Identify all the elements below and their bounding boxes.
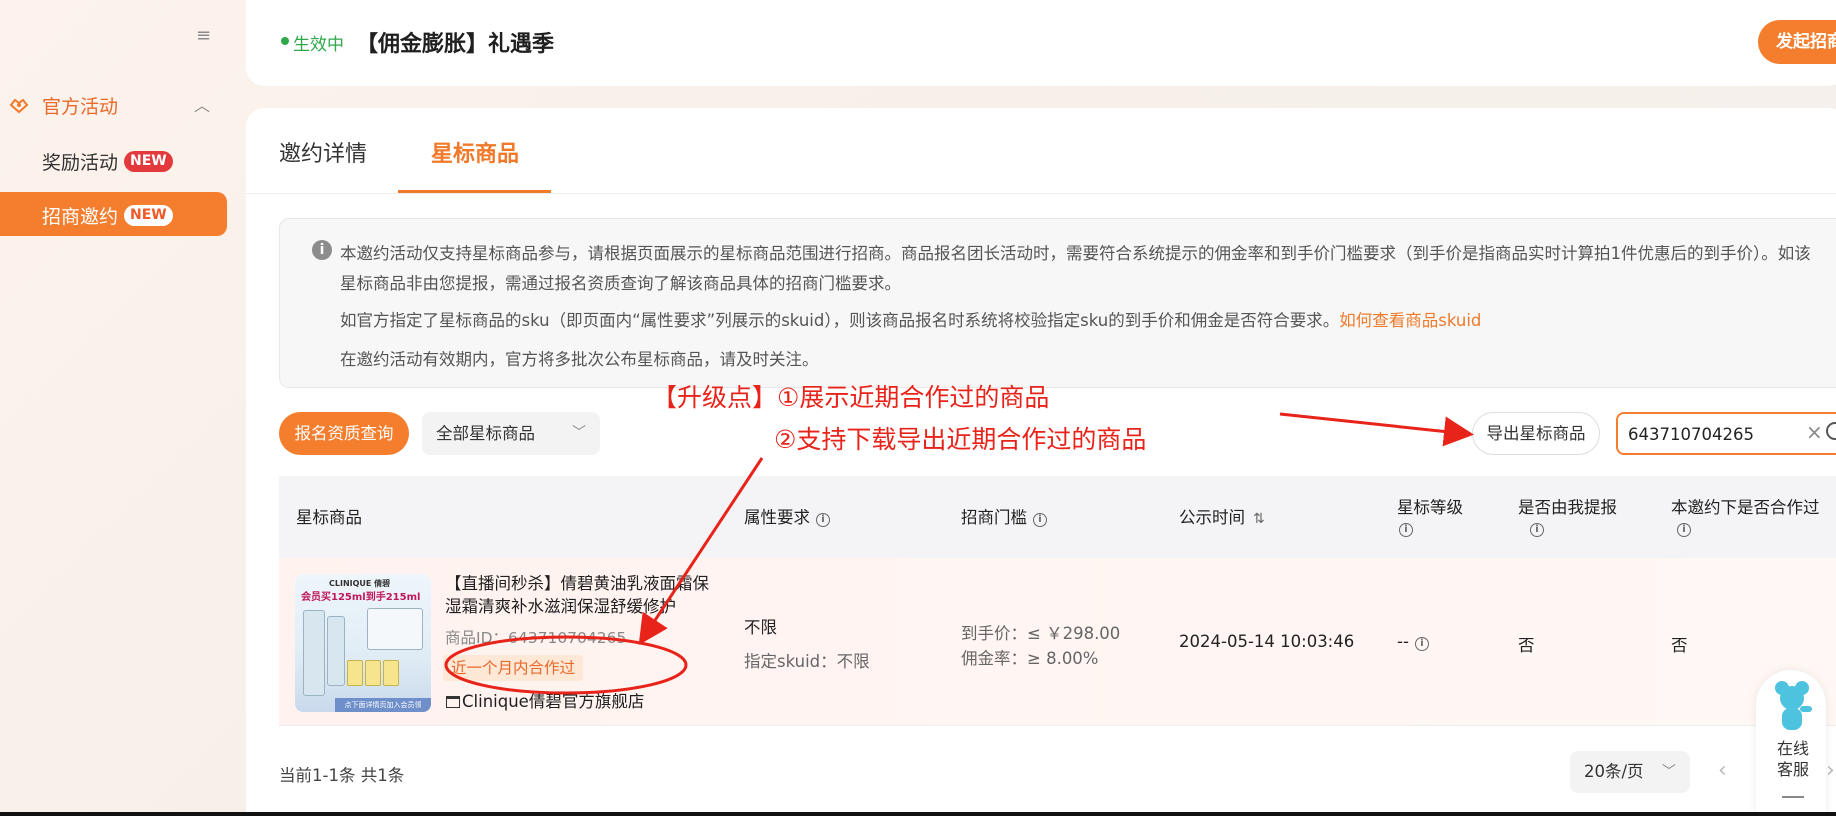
how-to-view-skuid-link[interactable]: 如何查看商品skuid (1339, 311, 1481, 330)
info-icon[interactable]: i (1399, 523, 1413, 537)
back-to-top-icon[interactable] (1782, 796, 1804, 808)
info-icon[interactable]: i (1677, 523, 1691, 537)
column-header-level: 星标等级 i (1397, 494, 1463, 537)
product-bottle (327, 616, 345, 686)
column-header-label: 公示时间 (1179, 508, 1245, 527)
sidebar-item-label: 奖励活动 (42, 152, 119, 174)
chevron-up-icon[interactable]: ︿ (194, 92, 210, 116)
image-promo-text: 会员买125ml到手215ml (301, 592, 421, 603)
column-header-coop: 本邀约下是否合作过 i (1671, 494, 1820, 537)
tab-divider (246, 193, 1836, 194)
annotation-line-2: ②支持下载导出近期合作过的商品 (774, 425, 1147, 454)
column-header-product: 星标商品 (296, 508, 362, 527)
pager-summary: 当前1-1条 共1条 (279, 766, 405, 785)
tab-invitation-details[interactable]: 邀约详情 (279, 136, 367, 168)
sidebar-item-invitation[interactable]: 招商邀约 NEW (0, 192, 227, 236)
notice-line: 本邀约活动仅支持星标商品参与，请根据页面展示的星标商品范围进行招商。商品报名团长… (340, 244, 1811, 263)
column-header-label: 星标等级 (1397, 498, 1463, 517)
clear-icon[interactable]: × (1806, 420, 1823, 444)
column-header-label: 本邀约下是否合作过 (1671, 498, 1820, 517)
product-filter-select[interactable]: 全部星标商品 ﹀ (422, 412, 600, 455)
chevron-down-icon: ﹀ (1662, 764, 1676, 780)
export-star-products-button[interactable]: 导出星标商品 (1472, 412, 1600, 455)
product-jar (383, 660, 399, 686)
threshold-rate: 佣金率：≥ 8.00% (961, 649, 1099, 668)
column-header-time[interactable]: 公示时间 ⇅ (1179, 504, 1265, 528)
tab-star-products[interactable]: 星标商品 (431, 136, 519, 168)
recent-coop-tag: 近一个月内合作过 (443, 655, 584, 681)
page-title: 【佣金膨胀】礼遇季 (356, 32, 555, 57)
publish-time: 2024-05-14 10:03:46 (1179, 632, 1355, 651)
select-value: 全部星标商品 (436, 424, 535, 443)
star-level: -- i (1397, 632, 1429, 651)
chevron-down-icon: ﹀ (572, 425, 586, 441)
product-bottle (303, 610, 325, 696)
search-box[interactable]: × (1616, 412, 1836, 455)
shop-icon (446, 696, 460, 708)
product-box (367, 608, 423, 650)
new-badge: NEW (124, 151, 173, 172)
bottom-edge (0, 812, 1836, 816)
status-dot (281, 37, 289, 45)
self-submitted: 否 (1518, 636, 1535, 655)
handshake-icon (8, 94, 30, 116)
shop-label: Clinique倩碧官方旗舰店 (462, 692, 645, 711)
product-title[interactable]: 【直播间秒杀】倩碧黄油乳液面霜保湿霜清爽补水滋润保湿舒缓修护 (445, 572, 715, 618)
next-page-icon[interactable]: › (1826, 758, 1835, 783)
notice-line: 如官方指定了星标商品的sku（即页面内“属性要求”列展示的skuid），则该商品… (340, 307, 1481, 331)
attr-requirement: 不限 (744, 618, 777, 637)
status-text: 生效中 (293, 35, 344, 55)
notice-line: 在邀约活动有效期内，官方将多批次公布星标商品，请及时关注。 (340, 350, 819, 369)
attr-skuid: 指定skuid：不限 (744, 652, 870, 671)
column-header-label: 招商门槛 (961, 508, 1027, 527)
search-icon[interactable] (1826, 422, 1836, 440)
prev-page-icon[interactable]: ‹ (1718, 758, 1727, 783)
info-icon[interactable]: i (1033, 513, 1047, 527)
column-header-threshold: 招商门槛 i (961, 504, 1047, 528)
info-icon: i (312, 240, 332, 260)
info-icon[interactable]: i (816, 513, 830, 527)
product-id: 商品ID：643710704265 (445, 629, 627, 647)
menu-collapse-icon[interactable]: ≡ (196, 27, 214, 45)
column-header-self: 是否由我提报 i (1518, 494, 1617, 537)
sidebar-item-label: 招商邀约 (42, 206, 119, 228)
notice-text: 如官方指定了星标商品的sku（即页面内“属性要求”列展示的skuid），则该商品… (340, 311, 1340, 330)
sidebar-item-rewards[interactable]: 奖励活动 NEW (0, 138, 227, 182)
sidebar-group-label: 官方活动 (42, 96, 119, 118)
search-input[interactable] (1628, 422, 1808, 446)
notice-line: 星标商品非由您提报，需通过报名资质查询了解该商品具体的招商门槛要求。 (340, 274, 901, 293)
launch-invitation-button[interactable]: 发起招商 (1758, 20, 1836, 64)
page-size-value: 20条/页 (1584, 762, 1644, 781)
eligibility-query-button[interactable]: 报名资质查询 (279, 412, 409, 455)
column-header-label: 属性要求 (744, 508, 810, 527)
shop-name[interactable]: Clinique倩碧官方旗舰店 (446, 688, 644, 712)
new-badge: NEW (124, 205, 173, 226)
column-header-label: 是否由我提报 (1518, 498, 1617, 517)
threshold-price: 到手价：≤ ￥298.00 (961, 624, 1121, 643)
info-icon[interactable]: i (1530, 523, 1544, 537)
star-level-value: -- (1397, 632, 1409, 651)
annotation-line-1: 【升级点】①展示近期合作过的商品 (652, 383, 1050, 412)
info-icon[interactable]: i (1414, 637, 1429, 651)
product-image[interactable]: CLINIQUE 倩碧 会员买125ml到手215ml 点下面详情页加入会员领 (295, 574, 431, 712)
mascot-icon (1775, 681, 1812, 730)
cooperated-flag: 否 (1671, 636, 1688, 655)
sort-icon[interactable]: ⇅ (1253, 511, 1265, 527)
sidebar-group-official-activities[interactable]: 官方活动 ︿ (0, 88, 246, 124)
customer-service-label: 在线客服 (1776, 739, 1809, 779)
product-jar (365, 660, 381, 686)
column-header-attr: 属性要求 i (744, 504, 830, 528)
product-jar (347, 660, 363, 686)
page-size-select[interactable]: 20条/页 ﹀ (1570, 751, 1690, 793)
image-bottom-bar: 点下面详情页加入会员领 (335, 698, 431, 712)
